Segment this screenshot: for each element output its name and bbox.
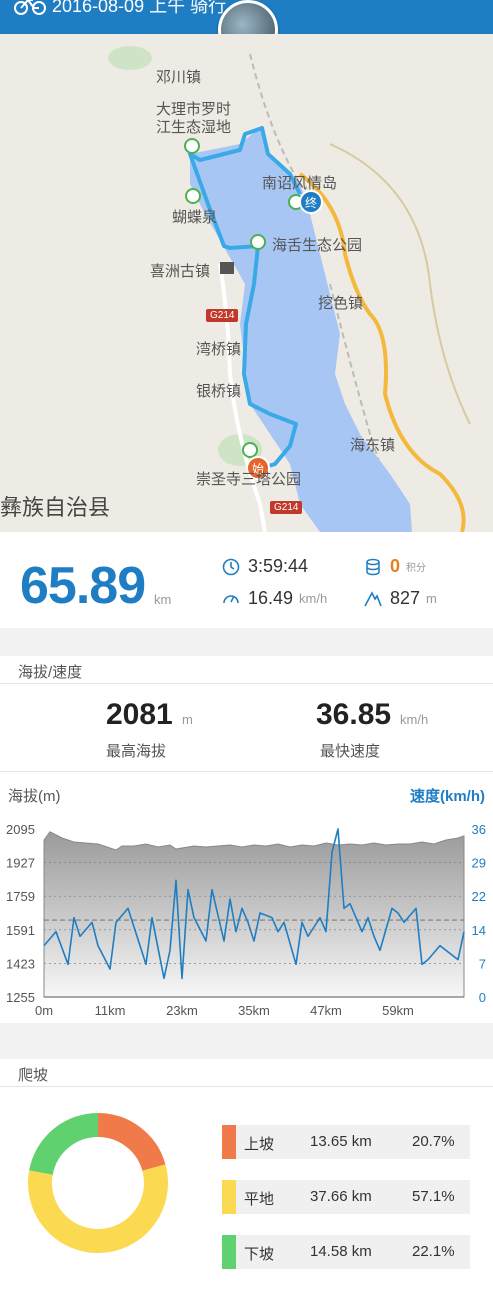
- points-value: 0: [390, 556, 401, 576]
- section-title: 海拔/速度: [18, 664, 83, 681]
- clock-icon: [222, 558, 240, 575]
- y-right-tick: 36: [472, 822, 486, 837]
- x-tick: 0m: [35, 1003, 53, 1018]
- avg-speed-value: 16.49: [248, 588, 294, 608]
- climb-value: 827: [390, 588, 421, 608]
- section-gap: [0, 628, 493, 656]
- duration-stat: 3:59:44: [222, 556, 308, 577]
- map-label: 挖色镇: [318, 295, 364, 312]
- max-speed-value: 36.85: [316, 698, 392, 731]
- map-label: 海舌生态公园: [272, 237, 363, 254]
- distance-unit: km: [154, 592, 172, 607]
- points-stat: 0 积分: [364, 556, 426, 577]
- altitude-area: [43, 831, 465, 998]
- y-right-tick: 0: [479, 990, 486, 1005]
- map-label: 南诏风情岛: [262, 175, 338, 192]
- coins-icon: [366, 558, 380, 575]
- chart-canvas: 2095 36 1927 29 1759 22 1591 14 1423 7 1255 0 0m 11km…: [6, 822, 486, 1018]
- donut-slice-2: [29, 1113, 99, 1176]
- climb-header: 爬坡: [0, 1059, 493, 1087]
- y-left-tick: 1591: [6, 923, 35, 938]
- climb-donut-chart: [28, 1113, 168, 1253]
- x-tick: 59km: [382, 1003, 414, 1018]
- legend-name: 上坡: [244, 1136, 275, 1153]
- route-map[interactable]: 终 始 邓川镇 大理市罗时 江生态湿地 南诏风情岛 蝴蝶泉 海舌生态公园 喜洲古…: [0, 34, 493, 532]
- max-altitude-value: 2081: [106, 698, 173, 731]
- map-label: 喜洲古镇: [150, 263, 211, 280]
- summary-panel: 65.89 km 3:59:44 16.49 km/h 0 积分 827 m: [0, 532, 493, 628]
- map-label: 崇圣寺三塔公园: [196, 471, 302, 488]
- y-right-tick: 29: [472, 856, 486, 871]
- altitude-speed-stats: 2081 m 最高海拔 36.85 km/h 最快速度: [0, 684, 493, 772]
- svg-text:终: 终: [305, 195, 317, 210]
- x-tick: 11km: [95, 1003, 126, 1018]
- climb-unit: m: [426, 591, 437, 606]
- legend-row-uphill: 上坡 13.65 km 20.7%: [222, 1125, 470, 1159]
- x-tick: 47km: [310, 1003, 342, 1018]
- activity-title: 2016-08-09 上午 骑行: [52, 0, 227, 16]
- road-tag: G214: [206, 309, 239, 322]
- legend-percent: 22.1%: [412, 1243, 455, 1260]
- x-tick: 35km: [238, 1003, 270, 1018]
- map-label: 江生态湿地: [156, 119, 232, 136]
- y-right-tick: 7: [479, 956, 486, 971]
- climb-stat: 827 m: [364, 588, 437, 609]
- section-gap: [0, 1023, 493, 1059]
- map-label: 银桥镇: [196, 383, 242, 400]
- section-title: 爬坡: [18, 1067, 49, 1084]
- legend-swatch: [222, 1125, 236, 1159]
- bike-icon: [14, 0, 46, 15]
- y-left-tick: 2095: [6, 822, 35, 837]
- legend-distance: 14.58 km: [310, 1243, 372, 1260]
- map-label: 海东镇: [350, 437, 396, 454]
- legend-row-downhill: 下坡 14.58 km 22.1%: [222, 1235, 470, 1269]
- legend-name: 平地: [244, 1191, 275, 1208]
- y-left-tick: 1423: [6, 956, 35, 971]
- y-left-tick: 1255: [6, 990, 35, 1005]
- legend-swatch: [222, 1180, 236, 1214]
- altitude-speed-chart[interactable]: 海拔(m) 速度(km/h) 2095 36 1927 29 1759 22 1591 14 1…: [0, 773, 493, 1023]
- altitude-speed-header: 海拔/速度: [0, 656, 493, 684]
- max-altitude-unit: m: [182, 712, 193, 727]
- y-right-tick: 14: [472, 923, 486, 938]
- map-label: 湾桥镇: [196, 341, 242, 358]
- duration-value: 3:59:44: [248, 556, 309, 576]
- avg-speed-unit: km/h: [299, 591, 328, 606]
- road-tag: G214: [270, 501, 303, 514]
- speedometer-icon: [223, 594, 239, 603]
- max-altitude-label: 最高海拔: [106, 743, 167, 760]
- legend-row-flat: 平地 37.66 km 57.1%: [222, 1180, 470, 1214]
- mountain-icon: [364, 590, 382, 606]
- legend-percent: 57.1%: [412, 1188, 455, 1205]
- y-left-tick: 1759: [6, 889, 35, 904]
- map-label: 邓川镇: [156, 69, 202, 86]
- donut-slice-0: [97, 1113, 166, 1172]
- x-tick: 23km: [166, 1003, 198, 1018]
- y-left-tick: 1927: [6, 856, 35, 871]
- donut-slice-1: [28, 1164, 168, 1253]
- map-label: 彝族自治县: [0, 495, 111, 520]
- total-distance: 65.89: [20, 557, 146, 615]
- legend-distance: 37.66 km: [310, 1188, 372, 1205]
- max-speed-unit: km/h: [400, 712, 429, 727]
- legend-name: 下坡: [244, 1246, 275, 1263]
- y-right-tick: 22: [472, 889, 486, 904]
- legend-percent: 20.7%: [412, 1133, 455, 1150]
- climb-panel: 上坡 13.65 km 20.7% 平地 37.66 km 57.1% 下坡 1…: [0, 1087, 493, 1309]
- legend-swatch: [222, 1235, 236, 1269]
- map-label: 蝴蝶泉: [172, 209, 218, 226]
- legend-distance: 13.65 km: [310, 1133, 372, 1150]
- avg-speed-stat: 16.49 km/h: [222, 588, 327, 609]
- max-speed-label: 最快速度: [320, 743, 381, 760]
- points-unit: 积分: [406, 563, 427, 574]
- map-canvas: 终 始: [108, 46, 471, 532]
